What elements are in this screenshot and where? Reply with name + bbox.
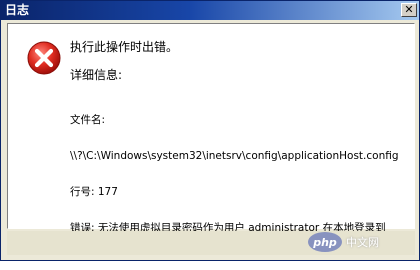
line-number: 行号: 177 bbox=[70, 186, 118, 198]
file-path: \\?\C:\Windows\system32\inetsrv\config\a… bbox=[70, 150, 399, 162]
watermark-site: 中文网 bbox=[346, 236, 379, 249]
file-label: 文件名: bbox=[70, 114, 106, 126]
error-dialog: 日志 ✕ 执行此操作时出错。 详细信息: 文件名: \\?\C:\Windows… bbox=[0, 0, 420, 261]
php-logo: php bbox=[308, 232, 342, 252]
details-label: 详细信息: bbox=[70, 68, 123, 82]
title-bar[interactable]: 日志 ✕ bbox=[1, 1, 419, 20]
window-title: 日志 bbox=[5, 3, 30, 17]
error-message: 执行此操作时出错。 bbox=[70, 40, 179, 54]
close-button[interactable]: ✕ bbox=[401, 3, 417, 17]
message-panel: 执行此操作时出错。 详细信息: 文件名: \\?\C:\Windows\syst… bbox=[7, 23, 415, 246]
close-icon: ✕ bbox=[404, 3, 414, 16]
watermark: php 中文网 bbox=[308, 232, 379, 252]
error-icon bbox=[27, 41, 61, 75]
